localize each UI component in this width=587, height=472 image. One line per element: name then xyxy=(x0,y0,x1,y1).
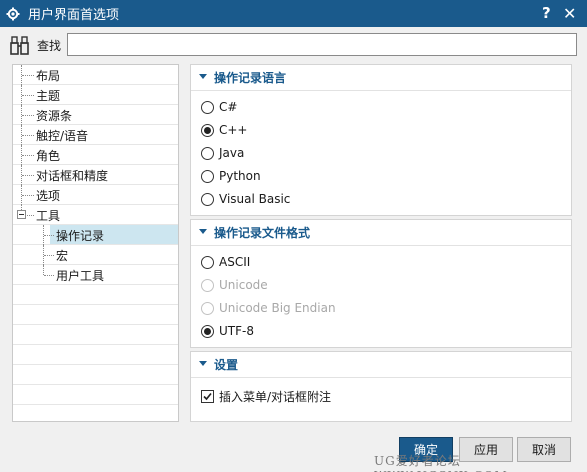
radio-cpp[interactable]: C++ xyxy=(201,121,248,139)
radio-csharp[interactable]: C# xyxy=(201,98,237,116)
radio-unicode: Unicode xyxy=(201,276,268,294)
caret-down-icon xyxy=(199,74,207,79)
help-button[interactable]: ? xyxy=(542,4,551,22)
tree-empty-row xyxy=(13,405,178,421)
tree-item-journal[interactable]: 操作记录 xyxy=(13,225,178,245)
tree-empty-row xyxy=(13,365,178,385)
check-icon xyxy=(203,392,212,400)
radio-utf8[interactable]: UTF-8 xyxy=(201,322,254,340)
collapse-toggle-icon[interactable] xyxy=(17,210,26,219)
radio-button[interactable] xyxy=(201,100,214,114)
radio-label: Python xyxy=(219,169,261,183)
radio-button[interactable] xyxy=(201,146,214,160)
radio-label: Java xyxy=(219,146,245,160)
radio-button[interactable] xyxy=(201,255,214,269)
section-header[interactable]: 操作记录文件格式 xyxy=(191,220,571,244)
window-title: 用户界面首选项 xyxy=(28,8,120,23)
radio-button xyxy=(201,278,214,292)
gear-icon xyxy=(6,7,20,20)
tree-item-options[interactable]: 选项 xyxy=(13,185,178,205)
tree-item-label: 主题 xyxy=(36,89,61,103)
tree-item-tools[interactable]: 工具 xyxy=(13,205,178,225)
radio-label: Unicode Big Endian xyxy=(219,301,336,315)
tree-item-dialog-precision[interactable]: 对话框和精度 xyxy=(13,165,178,185)
caret-down-icon xyxy=(199,229,207,234)
tree-item-label: 角色 xyxy=(36,149,61,163)
title-bar: 用户界面首选项 ? ✕ xyxy=(0,0,587,27)
radio-button[interactable] xyxy=(201,192,214,206)
tree-item-resource-bar[interactable]: 资源条 xyxy=(13,105,178,125)
journal-file-format-section: 操作记录文件格式 ASCII Unicode Unicode Big Endia… xyxy=(190,219,572,348)
tree-item-user-tools[interactable]: 用户工具 xyxy=(13,265,178,285)
section-title: 操作记录文件格式 xyxy=(214,226,311,240)
tree-item-label: 对话框和精度 xyxy=(36,169,109,183)
radio-visual-basic[interactable]: Visual Basic xyxy=(201,190,290,208)
tree-item-label: 工具 xyxy=(36,209,61,223)
tree-item-theme[interactable]: 主题 xyxy=(13,85,178,105)
radio-button[interactable] xyxy=(201,324,214,338)
tree-empty-row xyxy=(13,305,178,325)
radio-button[interactable] xyxy=(201,123,214,137)
radio-ascii[interactable]: ASCII xyxy=(201,253,250,271)
tree-item-label: 触控/语音 xyxy=(36,129,89,143)
search-row: 查找 xyxy=(0,27,587,63)
tree-item-label: 选项 xyxy=(36,189,61,203)
search-label: 查找 xyxy=(37,39,62,53)
watermark: UG爱好者论坛 WWW.UGSNX.COM xyxy=(374,454,507,472)
tree-item-macro[interactable]: 宏 xyxy=(13,245,178,265)
tree-item-role[interactable]: 角色 xyxy=(13,145,178,165)
radio-label: Visual Basic xyxy=(219,192,291,206)
tree-empty-row xyxy=(13,345,178,365)
tree-item-layout[interactable]: 布局 xyxy=(13,65,178,85)
tree-empty-row xyxy=(13,325,178,345)
section-title: 设置 xyxy=(214,358,239,372)
section-header[interactable]: 设置 xyxy=(191,352,571,376)
radio-unicode-big-endian: Unicode Big Endian xyxy=(201,299,336,317)
tree-item-label: 资源条 xyxy=(36,109,73,123)
checkbox[interactable] xyxy=(201,389,214,403)
tree-item-label: 布局 xyxy=(36,69,61,83)
radio-java[interactable]: Java xyxy=(201,144,244,162)
radio-label: Unicode xyxy=(219,278,268,292)
tree-empty-row xyxy=(13,385,178,405)
tree-item-label: 操作记录 xyxy=(56,229,105,243)
tree-empty-row xyxy=(13,285,178,305)
binoculars-icon xyxy=(10,36,29,55)
checkbox-label: 插入菜单/对话框附注 xyxy=(219,389,332,404)
tree-item-touch-voice[interactable]: 触控/语音 xyxy=(13,125,178,145)
radio-button xyxy=(201,301,214,315)
radio-label: UTF-8 xyxy=(219,324,254,338)
caret-down-icon xyxy=(199,361,207,366)
radio-button[interactable] xyxy=(201,169,214,183)
search-input[interactable] xyxy=(67,33,577,56)
close-button[interactable]: ✕ xyxy=(563,4,576,23)
category-tree: 布局 主题 资源条 触控/语音 角色 对话框和精度 选项 工具 操作记录 宏 用… xyxy=(12,64,179,422)
tree-item-label: 用户工具 xyxy=(56,269,105,283)
settings-section: 设置 插入菜单/对话框附注 xyxy=(190,351,572,422)
radio-label: C++ xyxy=(219,123,248,137)
insert-menu-dialog-note-option[interactable]: 插入菜单/对话框附注 xyxy=(201,387,331,405)
radio-label: ASCII xyxy=(219,255,251,269)
radio-python[interactable]: Python xyxy=(201,167,261,185)
journal-language-section: 操作记录语言 C# C++ Java Python Visual Basic xyxy=(190,64,572,216)
radio-label: C# xyxy=(219,100,238,114)
tree-item-label: 宏 xyxy=(56,249,69,263)
section-header[interactable]: 操作记录语言 xyxy=(191,65,571,89)
section-title: 操作记录语言 xyxy=(214,71,287,85)
